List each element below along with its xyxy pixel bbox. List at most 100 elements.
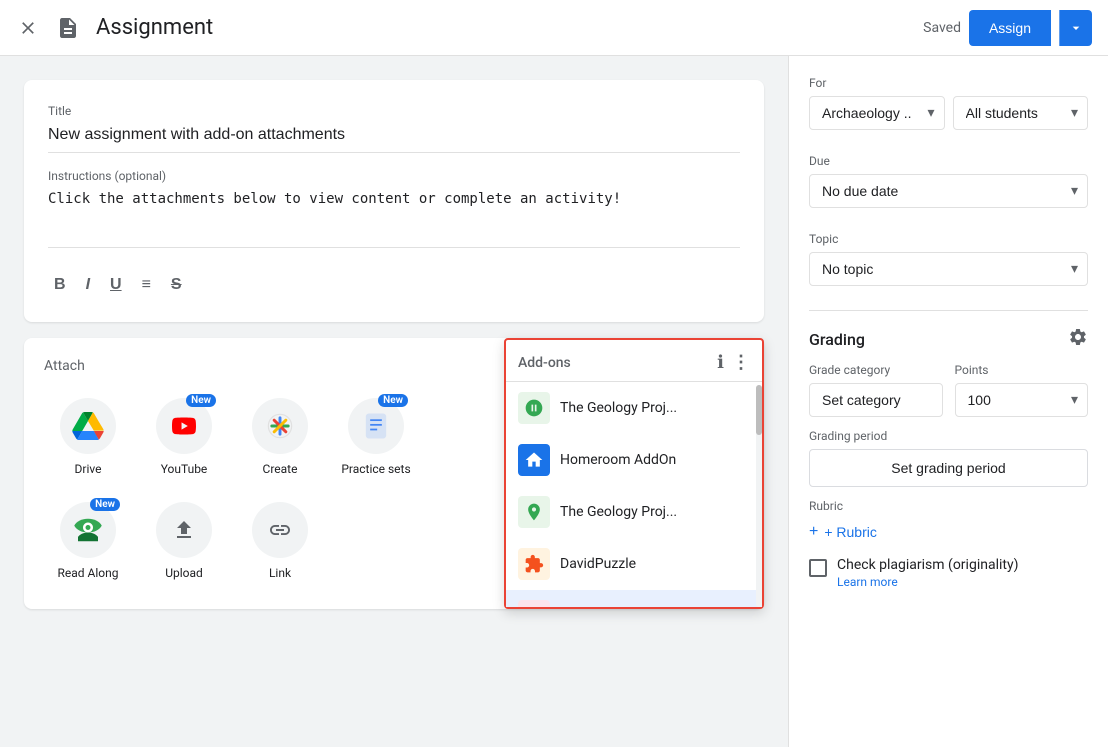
topic-label: Topic	[809, 232, 1088, 246]
addon-header: Add-ons ℹ ⋮	[506, 340, 762, 382]
plagiarism-row: Check plagiarism (originality) Learn mor…	[809, 557, 1088, 589]
addon-header-title: Add-ons	[518, 355, 571, 371]
set-category-button[interactable]: Set category	[809, 383, 943, 417]
for-label: For	[809, 76, 1088, 90]
more-icon[interactable]: ⋮	[732, 352, 750, 373]
addon-item-geology1[interactable]: The Geology Proj...	[506, 382, 762, 434]
attach-item-create[interactable]: Create	[236, 390, 324, 486]
students-select[interactable]: All students	[953, 96, 1089, 130]
doc-icon	[52, 12, 84, 44]
addon-google-arts-info-icon[interactable]: ℹ	[744, 607, 750, 608]
addon-item-google-arts[interactable]: Google Arts & Cu... ℹ	[506, 590, 762, 607]
header-right: Saved Assign	[923, 10, 1092, 46]
upload-icon-circle	[156, 502, 212, 558]
instructions-label: Instructions (optional)	[48, 169, 740, 183]
points-select[interactable]: 100	[955, 383, 1089, 417]
bold-button[interactable]: B	[48, 272, 72, 298]
practice-sets-label: Practice sets	[341, 462, 410, 478]
info-icon[interactable]: ℹ	[717, 352, 724, 373]
attach-item-upload[interactable]: Upload	[140, 494, 228, 590]
attach-item-drive[interactable]: Drive	[44, 390, 132, 486]
topic-select-wrapper: No topic	[809, 252, 1088, 286]
grading-title: Grading	[809, 330, 865, 349]
drive-icon-circle	[60, 398, 116, 454]
divider-1	[809, 310, 1088, 311]
addon-geology2-name: The Geology Proj...	[560, 504, 750, 520]
grade-category-col: Grade category Set category	[809, 363, 943, 417]
grading-row: Grade category Set category Points 100	[809, 363, 1088, 417]
plagiarism-label: Check plagiarism (originality)	[837, 557, 1018, 573]
text-toolbar: B I U ≡ S	[48, 264, 740, 298]
grading-settings-icon[interactable]	[1068, 327, 1088, 351]
assign-dropdown-button[interactable]	[1059, 10, 1092, 46]
close-button[interactable]	[16, 16, 40, 40]
practice-sets-new-badge: New	[378, 394, 408, 407]
addon-item-geology2[interactable]: The Geology Proj...	[506, 486, 762, 538]
assign-button[interactable]: Assign	[969, 10, 1051, 46]
attach-item-practice-sets[interactable]: New Practice sets	[332, 390, 420, 486]
instructions-input[interactable]: Click the attachments below to view cont…	[48, 187, 740, 248]
upload-label: Upload	[165, 566, 203, 582]
assignment-card: Title Instructions (optional) Click the …	[24, 80, 764, 322]
points-wrapper: 100	[955, 383, 1089, 417]
main-layout: Title Instructions (optional) Click the …	[0, 56, 1108, 747]
title-input[interactable]	[48, 122, 740, 153]
youtube-new-badge: New	[186, 394, 216, 407]
grading-header: Grading	[809, 327, 1088, 351]
header-left: Assignment	[16, 12, 923, 44]
create-icon-circle	[252, 398, 308, 454]
attach-item-youtube[interactable]: New YouTube	[140, 390, 228, 486]
addon-geology1-icon	[518, 392, 550, 424]
addon-scrollbar-track	[756, 385, 762, 607]
right-panel: For Archaeology ... All students Due	[788, 56, 1108, 747]
addon-homeroom-name: Homeroom AddOn	[560, 452, 750, 468]
addon-google-arts-icon	[518, 600, 550, 607]
class-select-wrapper: Archaeology ...	[809, 96, 945, 130]
rubric-label: Rubric	[809, 499, 1088, 513]
points-label: Points	[955, 363, 1089, 377]
read-along-icon-circle: New	[60, 502, 116, 558]
addon-geology1-name: The Geology Proj...	[560, 400, 750, 416]
link-icon-circle	[252, 502, 308, 558]
addon-geology2-icon	[518, 496, 550, 528]
grading-section: Grading Grade category Set category Poin…	[809, 327, 1088, 589]
youtube-label: YouTube	[161, 462, 208, 478]
class-select[interactable]: Archaeology ...	[809, 96, 945, 130]
addon-header-icons: ℹ ⋮	[717, 352, 750, 373]
due-select-wrapper: No due date	[809, 174, 1088, 208]
points-col: Points 100	[955, 363, 1089, 417]
addon-item-davidpuzzle[interactable]: DavidPuzzle	[506, 538, 762, 590]
attach-item-link[interactable]: Link	[236, 494, 324, 590]
addon-davidpuzzle-icon	[518, 548, 550, 580]
attach-item-read-along[interactable]: New Read Along	[44, 494, 132, 590]
topic-select[interactable]: No topic	[809, 252, 1088, 286]
italic-button[interactable]: I	[80, 272, 96, 298]
add-rubric-button[interactable]: + + Rubric	[809, 519, 877, 545]
create-label: Create	[263, 462, 298, 478]
attach-card: Attach Drive	[24, 338, 764, 609]
due-select[interactable]: No due date	[809, 174, 1088, 208]
addon-dropdown: Add-ons ℹ ⋮ The Geology Proj...	[504, 338, 764, 609]
topic-section: Topic No topic	[809, 232, 1088, 286]
strikethrough-button[interactable]: S	[165, 272, 188, 298]
plagiarism-checkbox[interactable]	[809, 559, 827, 577]
addon-item-homeroom[interactable]: Homeroom AddOn	[506, 434, 762, 486]
list-button[interactable]: ≡	[136, 272, 157, 298]
due-label: Due	[809, 154, 1088, 168]
title-label: Title	[48, 104, 740, 118]
plagiarism-text-container: Check plagiarism (originality) Learn mor…	[837, 557, 1018, 589]
grading-period-label: Grading period	[809, 429, 1088, 443]
addon-davidpuzzle-name: DavidPuzzle	[560, 556, 750, 572]
for-row: Archaeology ... All students	[809, 96, 1088, 130]
addon-list: The Geology Proj... Homeroom AddOn	[506, 382, 762, 607]
due-section: Due No due date	[809, 154, 1088, 208]
read-along-new-badge: New	[90, 498, 120, 511]
underline-button[interactable]: U	[104, 272, 128, 298]
set-grading-period-button[interactable]: Set grading period	[809, 449, 1088, 487]
drive-label: Drive	[75, 462, 102, 478]
grade-category-label: Grade category	[809, 363, 943, 377]
learn-more-link[interactable]: Learn more	[837, 575, 1018, 589]
for-section: For Archaeology ... All students	[809, 76, 1088, 130]
addon-scrollbar-thumb	[756, 385, 762, 435]
header: Assignment Saved Assign	[0, 0, 1108, 56]
